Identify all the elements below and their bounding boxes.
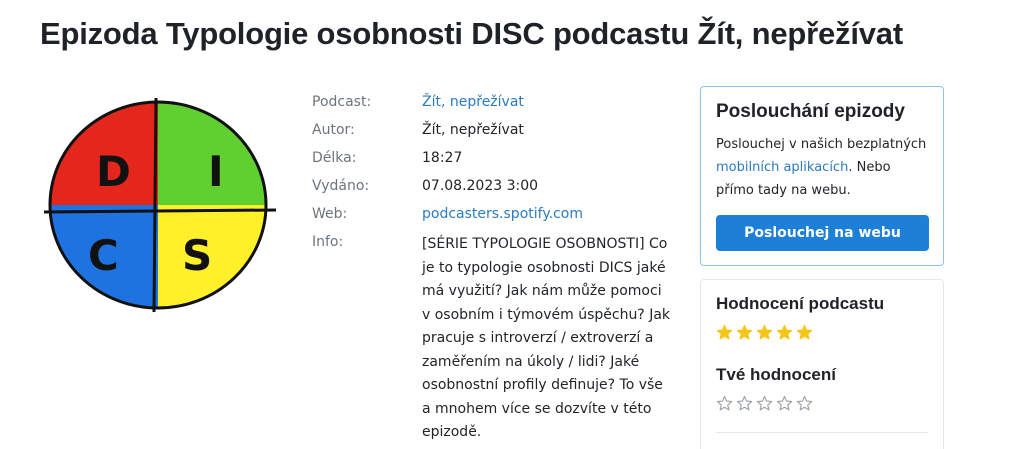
listen-card-title: Poslouchání epizody xyxy=(716,101,905,122)
star-empty-icon[interactable] xyxy=(736,395,753,412)
listen-text-before: Poslouchej v našich bezplatných xyxy=(716,137,927,152)
detail-value: 07.08.2023 3:00 xyxy=(422,178,539,194)
page-title: Epizoda Typologie osobnosti DISC podcast… xyxy=(40,16,903,51)
detail-value: Žít, nepřežívat xyxy=(422,122,524,138)
detail-label: Info: xyxy=(312,234,344,250)
episode-details: Podcast: Žít, nepřežívat Autor: Žít, nep… xyxy=(312,88,672,445)
detail-label: Vydáno: xyxy=(312,178,370,194)
star-empty-icon[interactable] xyxy=(756,395,773,412)
mobile-apps-link[interactable]: mobilních aplikacích xyxy=(716,160,848,175)
podcast-rating-title: Hodnocení podcastu xyxy=(716,294,885,313)
website-link[interactable]: podcasters.spotify.com xyxy=(422,206,583,222)
detail-row-length: Délka: 18:27 xyxy=(312,144,672,172)
rating-card: Hodnocení podcastu Tvé hodnocení xyxy=(700,279,944,449)
listen-on-web-button[interactable]: Poslouchej na webu xyxy=(716,215,929,251)
disc-letter-c: C xyxy=(88,231,119,280)
user-rating-title: Tvé hodnocení xyxy=(716,365,836,384)
star-empty-icon[interactable] xyxy=(716,395,733,412)
detail-label: Web: xyxy=(312,206,348,222)
disc-letter-s: S xyxy=(182,231,212,280)
disc-letter-d: D xyxy=(96,147,131,196)
star-filled-icon xyxy=(776,324,793,340)
star-filled-icon xyxy=(716,324,733,340)
star-empty-icon[interactable] xyxy=(796,395,813,412)
detail-label: Délka: xyxy=(312,150,357,166)
detail-row-podcast: Podcast: Žít, nepřežívat xyxy=(312,88,672,116)
detail-row-info: Info: [SÉRIE TYPOLOGIE OSOBNOSTI] Co je … xyxy=(312,228,672,445)
podcast-link[interactable]: Žít, nepřežívat xyxy=(422,94,524,110)
star-filled-icon xyxy=(736,324,753,340)
podcast-rating-stars xyxy=(716,324,928,341)
detail-row-web: Web: podcasters.spotify.com xyxy=(312,200,672,228)
star-filled-icon xyxy=(756,324,773,340)
detail-label: Autor: xyxy=(312,122,355,138)
disc-logo: D I C S xyxy=(43,97,277,313)
podcast-cover-image: D I C S xyxy=(40,92,280,324)
detail-row-author: Autor: Žít, nepřežívat xyxy=(312,116,672,144)
divider xyxy=(716,432,928,433)
episode-description: [SÉRIE TYPOLOGIE OSOBNOSTI] Co je to typ… xyxy=(422,236,671,440)
star-empty-icon[interactable] xyxy=(776,395,793,412)
user-rating-stars xyxy=(716,395,928,412)
listen-card: Poslouchání epizody Poslouchej v našich … xyxy=(700,86,944,266)
listen-card-text: Poslouchej v našich bezplatných mobilníc… xyxy=(716,133,928,202)
detail-label: Podcast: xyxy=(312,94,372,110)
detail-row-published: Vydáno: 07.08.2023 3:00 xyxy=(312,172,672,200)
star-filled-icon xyxy=(796,324,813,340)
detail-value: 18:27 xyxy=(422,150,463,166)
disc-letter-i: I xyxy=(208,147,224,196)
